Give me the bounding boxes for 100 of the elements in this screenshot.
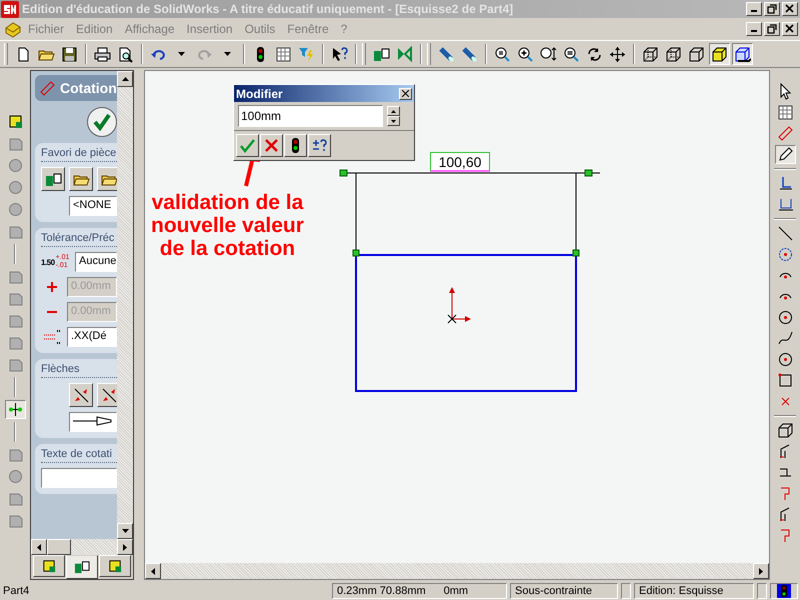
tolerance-sample: 1.50	[41, 258, 55, 266]
wireframe-cube-icon	[665, 46, 682, 62]
centerpoint-circle-icon	[776, 246, 794, 263]
close-icon	[785, 4, 795, 14]
printer-icon	[94, 46, 111, 62]
document-name: Part4	[2, 584, 30, 599]
circle-icon	[776, 309, 794, 326]
checkmark-icon	[92, 112, 112, 132]
part-icon	[107, 558, 123, 574]
restore-icon	[767, 4, 777, 14]
arrowhead-icon	[73, 415, 113, 427]
menu-item[interactable]: Fenêtre	[281, 22, 335, 36]
scroll-left-button[interactable]	[31, 539, 47, 555]
minimize-button[interactable]	[746, 2, 762, 16]
menu-item[interactable]: Insertion	[180, 22, 239, 36]
dimension-arrows-button[interactable]	[4, 400, 26, 419]
close-button[interactable]	[782, 2, 798, 16]
arrow-style-button[interactable]	[69, 383, 93, 407]
precision-field[interactable]: .XX(Dé	[67, 327, 117, 347]
edit-mode-status: Edition: Esquisse	[634, 583, 754, 599]
favorite-button[interactable]	[69, 167, 93, 191]
minimize-button[interactable]	[746, 22, 762, 36]
favorite-button[interactable]	[41, 167, 65, 191]
tolerance-type-field[interactable]: Aucune	[75, 252, 117, 272]
arrow-style-button[interactable]	[97, 383, 117, 407]
dialog-title: Modifier	[236, 86, 283, 100]
wireframe-cube-icon	[642, 46, 659, 62]
arrows-icon	[100, 386, 117, 404]
plus-icon	[45, 280, 59, 294]
close-button[interactable]	[399, 88, 412, 100]
outline-cube-icon	[776, 422, 794, 439]
grid-icon	[275, 46, 292, 62]
horizontal-scrollbar[interactable]	[145, 563, 769, 579]
rotate-icon	[586, 46, 603, 62]
zoom-in-icon	[517, 46, 534, 62]
sketch-rectangle[interactable]	[355, 254, 577, 392]
restore-icon	[767, 24, 777, 34]
favorite-field[interactable]: <NONE	[69, 196, 117, 216]
cancel-button[interactable]	[260, 134, 283, 157]
precision-icon	[43, 329, 61, 345]
dimension-text-field[interactable]	[41, 468, 117, 488]
annotation-text: de la cotation	[160, 237, 296, 260]
menu-item[interactable]: Affichage	[118, 22, 181, 36]
confirm-button[interactable]	[236, 134, 259, 157]
menu-item[interactable]: Edition	[70, 22, 119, 36]
parts-tab[interactable]	[33, 555, 65, 577]
left-arrow-icon	[151, 568, 155, 574]
window-title: Edition d'éducation de SolidWorks - A titre éducatif uniquement - [Esquisse2 de Part4]	[22, 2, 514, 16]
shaded-cube-icon	[734, 46, 751, 62]
arrow-type-field[interactable]	[69, 412, 117, 432]
dimension-icon	[776, 125, 794, 142]
part-icon	[6, 113, 24, 130]
tolerance-button[interactable]	[308, 134, 331, 157]
menu-item[interactable]: Fichier	[22, 22, 70, 36]
spinner[interactable]	[387, 106, 400, 126]
line-icon	[776, 225, 794, 242]
app-logo-icon	[1, 0, 19, 18]
scroll-thumb[interactable]	[47, 539, 71, 555]
caret-icon	[178, 52, 185, 56]
document-icon[interactable]	[4, 20, 22, 38]
tree-tab[interactable]	[99, 555, 131, 577]
endpoint-marker[interactable]	[352, 250, 360, 256]
spline-icon	[776, 330, 794, 347]
rebuild-button[interactable]	[284, 134, 307, 157]
shaded-cube-button[interactable]	[732, 43, 753, 65]
shaded-cube-button[interactable]	[709, 43, 730, 65]
arrows-icon	[72, 386, 90, 404]
outline-cube-icon	[688, 46, 705, 62]
traffic-light-icon	[777, 584, 791, 598]
symmetry-icon	[776, 196, 794, 213]
scroll-right-button[interactable]	[753, 563, 769, 579]
close-icon	[785, 24, 795, 34]
tube-icon	[438, 46, 455, 62]
favorite-button[interactable]	[97, 167, 117, 191]
menu-item[interactable]: ?	[334, 22, 354, 36]
plus-value-field[interactable]: 0.00mm	[67, 277, 117, 297]
tube-icon	[461, 46, 478, 62]
scroll-left-button[interactable]	[145, 563, 161, 579]
menu-item[interactable]: Outils	[238, 22, 282, 36]
endpoint-marker[interactable]	[572, 250, 580, 256]
left-arrow-icon	[37, 544, 41, 550]
mirror-triangles-icon	[396, 46, 413, 62]
constraint-status: Sous-contrainte	[510, 583, 618, 599]
dimension-value[interactable]: 100,60	[430, 152, 490, 172]
scroll-up-button[interactable]	[117, 71, 133, 87]
close-button[interactable]	[782, 22, 798, 36]
ok-button[interactable]	[87, 107, 117, 137]
scroll-right-button[interactable]	[117, 539, 133, 555]
scroll-down-button[interactable]	[117, 523, 133, 539]
pencil-button[interactable]	[774, 145, 796, 164]
vertical-scrollbar[interactable]	[117, 71, 133, 539]
z-coordinate-text: 0mm	[444, 585, 468, 597]
restore-button[interactable]	[764, 22, 780, 36]
properties-tab[interactable]	[66, 555, 98, 579]
horizontal-scrollbar[interactable]	[31, 539, 133, 555]
restore-button[interactable]	[764, 2, 780, 16]
minus-value-field[interactable]: 0.00mm	[67, 302, 117, 322]
value-field[interactable]: 100mm	[238, 105, 383, 127]
cross-icon	[263, 137, 280, 154]
circle-icon	[776, 351, 794, 368]
